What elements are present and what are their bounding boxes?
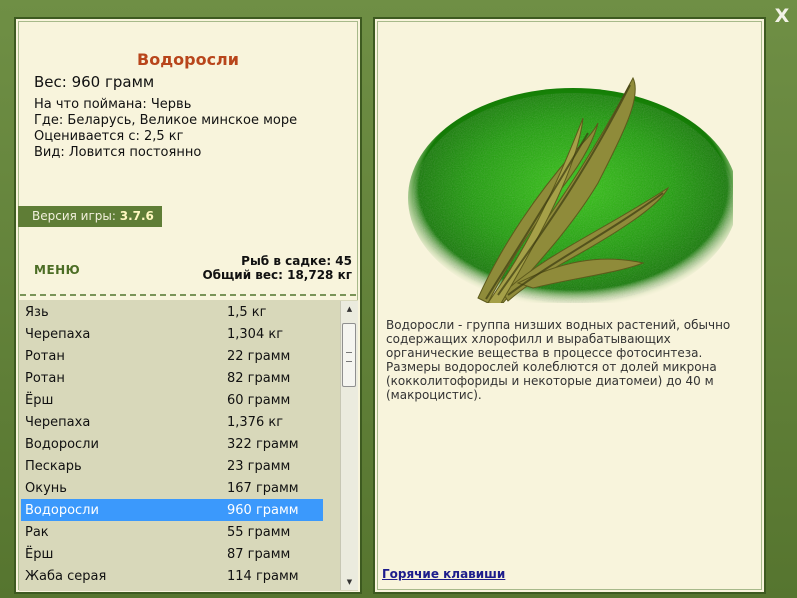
catch-fish-name: Ротан: [25, 371, 65, 386]
catch-fish-name: Пескарь: [25, 459, 82, 474]
catch-fish-weight: 87 грамм: [227, 547, 291, 562]
bait-detail: На что поймана: Червь: [34, 97, 192, 112]
catch-fish-weight: 55 грамм: [227, 525, 291, 540]
catch-list-row[interactable]: Черепаха 1,376 кг: [21, 411, 323, 433]
scroll-down-arrow-icon[interactable]: ▼: [341, 574, 358, 590]
scroll-up-arrow-icon[interactable]: ▲: [341, 301, 358, 317]
catch-list-row[interactable]: Жаба серая 114 грамм: [21, 565, 323, 587]
catch-fish-name: Язь: [25, 305, 49, 320]
catch-fish-weight: 82 грамм: [227, 371, 291, 386]
dashed-divider: [20, 294, 356, 296]
catch-fish-weight: 960 грамм: [227, 503, 299, 518]
scroll-thumb[interactable]: [342, 323, 356, 387]
catch-fish-weight: 22 грамм: [227, 349, 291, 364]
version-bar: Версия игры: 3.7.6: [18, 206, 162, 227]
catch-fish-name: Окунь: [25, 481, 67, 496]
availability-detail: Вид: Ловится постоянно: [34, 145, 202, 160]
close-button[interactable]: X: [769, 4, 795, 28]
fish-title: Водоросли: [137, 50, 239, 69]
fish-description-panel: Водоросли - группа низших водных растени…: [373, 17, 766, 594]
catch-fish-name: Ёрш: [25, 393, 54, 408]
catch-fish-name: Водоросли: [25, 437, 99, 452]
catch-fish-name: Водоросли: [25, 503, 99, 518]
cage-total-weight: Общий вес: 18,728 кг: [202, 268, 352, 282]
catch-list-row[interactable]: Черепаха 1,304 кг: [21, 323, 323, 345]
catch-fish-weight: 1,5 кг: [227, 305, 267, 320]
catch-list[interactable]: Язь 1,5 кг Черепаха 1,304 кг Ротан 22 грамм Ро…: [19, 300, 358, 591]
catch-list-row[interactable]: Ротан 82 грамм: [21, 367, 323, 389]
catch-fish-name: Черепаха: [25, 327, 91, 342]
menu-button[interactable]: МЕНЮ: [34, 263, 80, 277]
fish-description: Водоросли - группа низших водных растени…: [386, 318, 731, 402]
catch-fish-weight: 167 грамм: [227, 481, 299, 496]
scroll-grip-icon: [346, 352, 352, 362]
hotkeys-link[interactable]: Горячие клавиши: [382, 567, 505, 581]
cage-fish-count: Рыб в садке: 45: [241, 254, 352, 268]
catch-list-row[interactable]: Ёрш 87 грамм: [21, 543, 323, 565]
catch-fish-weight: 23 грамм: [227, 459, 291, 474]
catch-list-row[interactable]: Рак 55 грамм: [21, 521, 323, 543]
catch-list-row[interactable]: Язь 1,5 кг: [21, 301, 323, 323]
catch-fish-name: Ротан: [25, 349, 65, 364]
catch-list-row[interactable]: Окунь 167 грамм: [21, 477, 323, 499]
catch-fish-weight: 60 грамм: [227, 393, 291, 408]
value-detail: Оценивается с: 2,5 кг: [34, 129, 184, 144]
catch-fish-weight: 114 грамм: [227, 569, 299, 584]
catch-fish-weight: 1,376 кг: [227, 415, 284, 430]
catch-fish-name: Ёрш: [25, 547, 54, 562]
catch-fish-weight: 1,304 кг: [227, 327, 284, 342]
catch-fish-name: Рак: [25, 525, 49, 540]
catch-list-row[interactable]: Ротан 22 грамм: [21, 345, 323, 367]
catch-list-row[interactable]: Пескарь 23 грамм: [21, 455, 323, 477]
location-detail: Где: Беларусь, Великое минское море: [34, 113, 298, 128]
catch-fish-weight: 322 грамм: [227, 437, 299, 452]
catch-list-row[interactable]: Ёрш 60 грамм: [21, 389, 323, 411]
catch-list-scrollbar[interactable]: ▲ ▼: [340, 301, 358, 590]
catch-list-row[interactable]: Водоросли 322 грамм: [21, 433, 323, 455]
fish-weight: Вес: 960 грамм: [34, 73, 155, 91]
catch-list-row[interactable]: Водоросли 960 грамм: [21, 499, 323, 521]
fish-image: [408, 76, 733, 303]
version-label: Версия игры:: [32, 209, 116, 223]
fish-info-panel: Водоросли Вес: 960 грамм На что поймана:…: [14, 17, 362, 594]
catch-fish-name: Черепаха: [25, 415, 91, 430]
catch-fish-name: Жаба серая: [25, 569, 107, 584]
version-value: 3.7.6: [119, 209, 154, 223]
